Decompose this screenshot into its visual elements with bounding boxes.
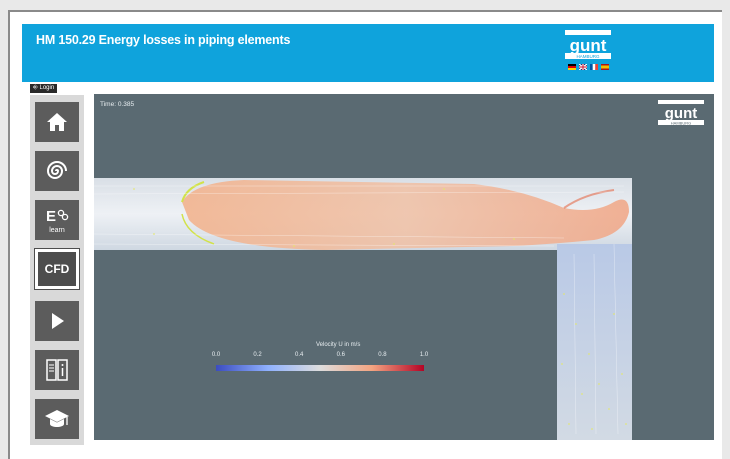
logo-text: gunt bbox=[570, 36, 607, 55]
colorbar-tick: 0.4 bbox=[295, 352, 304, 358]
cfd-viewport[interactable]: Time: 0.385 gunt HAMBURG Velocity U in m… bbox=[94, 94, 714, 440]
login-icon: ⎆ bbox=[33, 85, 38, 91]
graduation-cap-icon bbox=[45, 410, 69, 427]
uk-flag-icon[interactable] bbox=[579, 64, 587, 70]
info-book-icon bbox=[46, 359, 68, 381]
nav-elearn-button[interactable]: E learn bbox=[35, 200, 79, 240]
page-title: HM 150.29 Energy losses in piping elemen… bbox=[36, 33, 291, 47]
colorbar-tick: 1.0 bbox=[419, 352, 429, 358]
svg-text:E: E bbox=[46, 208, 56, 225]
app-header: HM 150.29 Energy losses in piping elemen… bbox=[22, 24, 714, 82]
colorbar-title: Velocity U in m/s bbox=[316, 342, 361, 348]
login-link[interactable]: ⎆ Login bbox=[30, 84, 58, 93]
logo-subtext: HAMBURG bbox=[576, 54, 600, 59]
nav-info-button[interactable] bbox=[35, 350, 79, 390]
elearn-label: learn bbox=[49, 227, 65, 234]
france-flag-icon[interactable] bbox=[590, 64, 598, 70]
flow-visualization bbox=[94, 178, 632, 440]
language-switcher bbox=[568, 64, 609, 70]
home-icon bbox=[47, 113, 67, 131]
swirl-icon bbox=[46, 161, 67, 179]
play-icon bbox=[52, 313, 64, 329]
sidebar: E learn CFD bbox=[30, 95, 84, 445]
nav-cfd-button[interactable]: CFD bbox=[34, 248, 80, 290]
colorbar-tick: 0.0 bbox=[211, 352, 221, 358]
gunt-logo[interactable]: gunt HAMBURG bbox=[565, 30, 611, 60]
nav-graduation-button[interactable] bbox=[35, 399, 79, 439]
nav-play-button[interactable] bbox=[35, 301, 79, 341]
colorbar-tick: 0.2 bbox=[253, 352, 262, 358]
login-label: Login bbox=[39, 85, 55, 91]
cfd-label: CFD bbox=[44, 262, 70, 276]
colorbar-tick: 0.6 bbox=[336, 352, 345, 358]
german-flag-icon[interactable] bbox=[568, 64, 576, 70]
colorbar-tick: 0.8 bbox=[378, 352, 387, 358]
nav-swirl-button[interactable] bbox=[35, 151, 79, 191]
nav-home-button[interactable] bbox=[35, 102, 79, 142]
elearn-icon: E learn bbox=[46, 208, 69, 234]
vertical-pipe bbox=[557, 244, 632, 440]
spain-flag-icon[interactable] bbox=[601, 64, 609, 70]
velocity-colorbar bbox=[216, 365, 424, 371]
